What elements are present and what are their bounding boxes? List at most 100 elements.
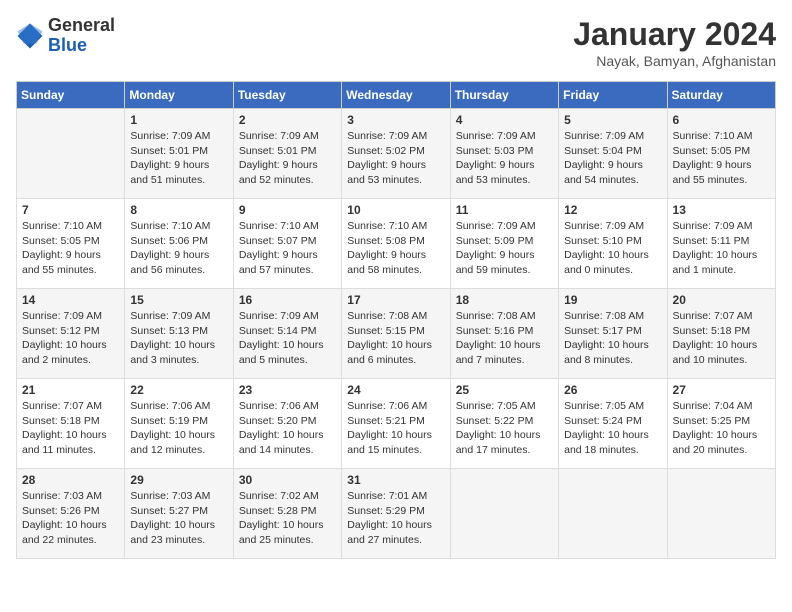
calendar-cell: 23 Sunrise: 7:06 AM Sunset: 5:20 PM Dayli…	[233, 379, 341, 469]
day-info: Sunrise: 7:08 AM Sunset: 5:16 PM Dayligh…	[456, 309, 553, 368]
calendar-cell: 30 Sunrise: 7:02 AM Sunset: 5:28 PM Dayli…	[233, 469, 341, 559]
calendar-cell: 4 Sunrise: 7:09 AM Sunset: 5:03 PM Daylig…	[450, 109, 558, 199]
day-number: 15	[130, 293, 227, 307]
day-number: 12	[564, 203, 661, 217]
calendar-cell: 22 Sunrise: 7:06 AM Sunset: 5:19 PM Dayli…	[125, 379, 233, 469]
logo-text: General Blue	[48, 16, 115, 56]
day-number: 17	[347, 293, 444, 307]
calendar-cell: 13Sunrise: 7:09 AM Sunset: 5:11 PM Dayli…	[667, 199, 775, 289]
weekday-header: Friday	[559, 82, 667, 109]
day-info: Sunrise: 7:09 AM Sunset: 5:02 PM Dayligh…	[347, 129, 444, 188]
day-number: 5	[564, 113, 661, 127]
day-info: Sunrise: 7:03 AM Sunset: 5:27 PM Dayligh…	[130, 489, 227, 548]
day-number: 6	[673, 113, 770, 127]
title-block: January 2024 Nayak, Bamyan, Afghanistan	[573, 16, 776, 69]
day-info: Sunrise: 7:09 AM Sunset: 5:13 PM Dayligh…	[130, 309, 227, 368]
day-number: 7	[22, 203, 119, 217]
calendar-week-row: 28 Sunrise: 7:03 AM Sunset: 5:26 PM Dayli…	[17, 469, 776, 559]
weekday-header: Thursday	[450, 82, 558, 109]
calendar-cell: 5Sunrise: 7:09 AM Sunset: 5:04 PM Daylig…	[559, 109, 667, 199]
month-title: January 2024	[573, 16, 776, 53]
calendar-cell	[17, 109, 125, 199]
calendar-cell: 26Sunrise: 7:05 AM Sunset: 5:24 PM Dayli…	[559, 379, 667, 469]
day-number: 22	[130, 383, 227, 397]
day-number: 25	[456, 383, 553, 397]
day-info: Sunrise: 7:05 AM Sunset: 5:22 PM Dayligh…	[456, 399, 553, 458]
calendar-cell: 14Sunrise: 7:09 AM Sunset: 5:12 PM Dayli…	[17, 289, 125, 379]
calendar-cell: 25 Sunrise: 7:05 AM Sunset: 5:22 PM Dayli…	[450, 379, 558, 469]
weekday-header: Wednesday	[342, 82, 450, 109]
day-number: 27	[673, 383, 770, 397]
day-number: 30	[239, 473, 336, 487]
day-number: 3	[347, 113, 444, 127]
day-number: 24	[347, 383, 444, 397]
day-number: 1	[130, 113, 227, 127]
day-info: Sunrise: 7:02 AM Sunset: 5:28 PM Dayligh…	[239, 489, 336, 548]
calendar-week-row: 21 Sunrise: 7:07 AM Sunset: 5:18 PM Dayli…	[17, 379, 776, 469]
day-info: Sunrise: 7:09 AM Sunset: 5:03 PM Dayligh…	[456, 129, 553, 188]
day-info: Sunrise: 7:07 AM Sunset: 5:18 PM Dayligh…	[673, 309, 770, 368]
header-row: SundayMondayTuesdayWednesdayThursdayFrid…	[17, 82, 776, 109]
weekday-header: Tuesday	[233, 82, 341, 109]
day-info: Sunrise: 7:06 AM Sunset: 5:21 PM Dayligh…	[347, 399, 444, 458]
day-number: 28	[22, 473, 119, 487]
page-header: General Blue January 2024 Nayak, Bamyan,…	[16, 16, 776, 69]
day-number: 23	[239, 383, 336, 397]
location: Nayak, Bamyan, Afghanistan	[573, 53, 776, 69]
calendar-cell: 15 Sunrise: 7:09 AM Sunset: 5:13 PM Dayli…	[125, 289, 233, 379]
weekday-header: Saturday	[667, 82, 775, 109]
day-info: Sunrise: 7:08 AM Sunset: 5:17 PM Dayligh…	[564, 309, 661, 368]
calendar-cell: 24 Sunrise: 7:06 AM Sunset: 5:21 PM Dayli…	[342, 379, 450, 469]
day-number: 21	[22, 383, 119, 397]
day-number: 13	[673, 203, 770, 217]
day-info: Sunrise: 7:04 AM Sunset: 5:25 PM Dayligh…	[673, 399, 770, 458]
calendar-cell: 31 Sunrise: 7:01 AM Sunset: 5:29 PM Dayli…	[342, 469, 450, 559]
day-info: Sunrise: 7:01 AM Sunset: 5:29 PM Dayligh…	[347, 489, 444, 548]
day-info: Sunrise: 7:06 AM Sunset: 5:19 PM Dayligh…	[130, 399, 227, 458]
day-info: Sunrise: 7:08 AM Sunset: 5:15 PM Dayligh…	[347, 309, 444, 368]
calendar-week-row: 7Sunrise: 7:10 AM Sunset: 5:05 PM Daylig…	[17, 199, 776, 289]
calendar-cell: 6Sunrise: 7:10 AM Sunset: 5:05 PM Daylig…	[667, 109, 775, 199]
calendar-body: 1 Sunrise: 7:09 AM Sunset: 5:01 PM Daylig…	[17, 109, 776, 559]
calendar-header: SundayMondayTuesdayWednesdayThursdayFrid…	[17, 82, 776, 109]
day-info: Sunrise: 7:07 AM Sunset: 5:18 PM Dayligh…	[22, 399, 119, 458]
day-number: 18	[456, 293, 553, 307]
calendar-cell	[450, 469, 558, 559]
logo-icon	[16, 22, 44, 50]
day-number: 4	[456, 113, 553, 127]
day-info: Sunrise: 7:03 AM Sunset: 5:26 PM Dayligh…	[22, 489, 119, 548]
weekday-header: Sunday	[17, 82, 125, 109]
day-number: 31	[347, 473, 444, 487]
calendar-cell: 8Sunrise: 7:10 AM Sunset: 5:06 PM Daylig…	[125, 199, 233, 289]
day-info: Sunrise: 7:10 AM Sunset: 5:08 PM Dayligh…	[347, 219, 444, 278]
calendar-week-row: 1 Sunrise: 7:09 AM Sunset: 5:01 PM Daylig…	[17, 109, 776, 199]
logo: General Blue	[16, 16, 115, 56]
day-info: Sunrise: 7:09 AM Sunset: 5:01 PM Dayligh…	[239, 129, 336, 188]
day-number: 2	[239, 113, 336, 127]
calendar-cell: 9 Sunrise: 7:10 AM Sunset: 5:07 PM Daylig…	[233, 199, 341, 289]
day-info: Sunrise: 7:09 AM Sunset: 5:01 PM Dayligh…	[130, 129, 227, 188]
calendar-cell: 29 Sunrise: 7:03 AM Sunset: 5:27 PM Dayli…	[125, 469, 233, 559]
calendar-cell: 20 Sunrise: 7:07 AM Sunset: 5:18 PM Dayli…	[667, 289, 775, 379]
day-info: Sunrise: 7:06 AM Sunset: 5:20 PM Dayligh…	[239, 399, 336, 458]
day-info: Sunrise: 7:09 AM Sunset: 5:14 PM Dayligh…	[239, 309, 336, 368]
calendar-cell: 10Sunrise: 7:10 AM Sunset: 5:08 PM Dayli…	[342, 199, 450, 289]
calendar-cell: 17 Sunrise: 7:08 AM Sunset: 5:15 PM Dayli…	[342, 289, 450, 379]
calendar-cell	[667, 469, 775, 559]
day-number: 29	[130, 473, 227, 487]
calendar-cell	[559, 469, 667, 559]
day-info: Sunrise: 7:09 AM Sunset: 5:10 PM Dayligh…	[564, 219, 661, 278]
day-info: Sunrise: 7:10 AM Sunset: 5:07 PM Dayligh…	[239, 219, 336, 278]
calendar-table: SundayMondayTuesdayWednesdayThursdayFrid…	[16, 81, 776, 559]
day-info: Sunrise: 7:09 AM Sunset: 5:09 PM Dayligh…	[456, 219, 553, 278]
calendar-cell: 18 Sunrise: 7:08 AM Sunset: 5:16 PM Dayli…	[450, 289, 558, 379]
calendar-cell: 28 Sunrise: 7:03 AM Sunset: 5:26 PM Dayli…	[17, 469, 125, 559]
calendar-cell: 16Sunrise: 7:09 AM Sunset: 5:14 PM Dayli…	[233, 289, 341, 379]
calendar-week-row: 14Sunrise: 7:09 AM Sunset: 5:12 PM Dayli…	[17, 289, 776, 379]
calendar-cell: 27 Sunrise: 7:04 AM Sunset: 5:25 PM Dayli…	[667, 379, 775, 469]
calendar-cell: 11Sunrise: 7:09 AM Sunset: 5:09 PM Dayli…	[450, 199, 558, 289]
day-number: 20	[673, 293, 770, 307]
day-number: 9	[239, 203, 336, 217]
calendar-cell: 1 Sunrise: 7:09 AM Sunset: 5:01 PM Daylig…	[125, 109, 233, 199]
logo-blue: Blue	[48, 35, 87, 55]
